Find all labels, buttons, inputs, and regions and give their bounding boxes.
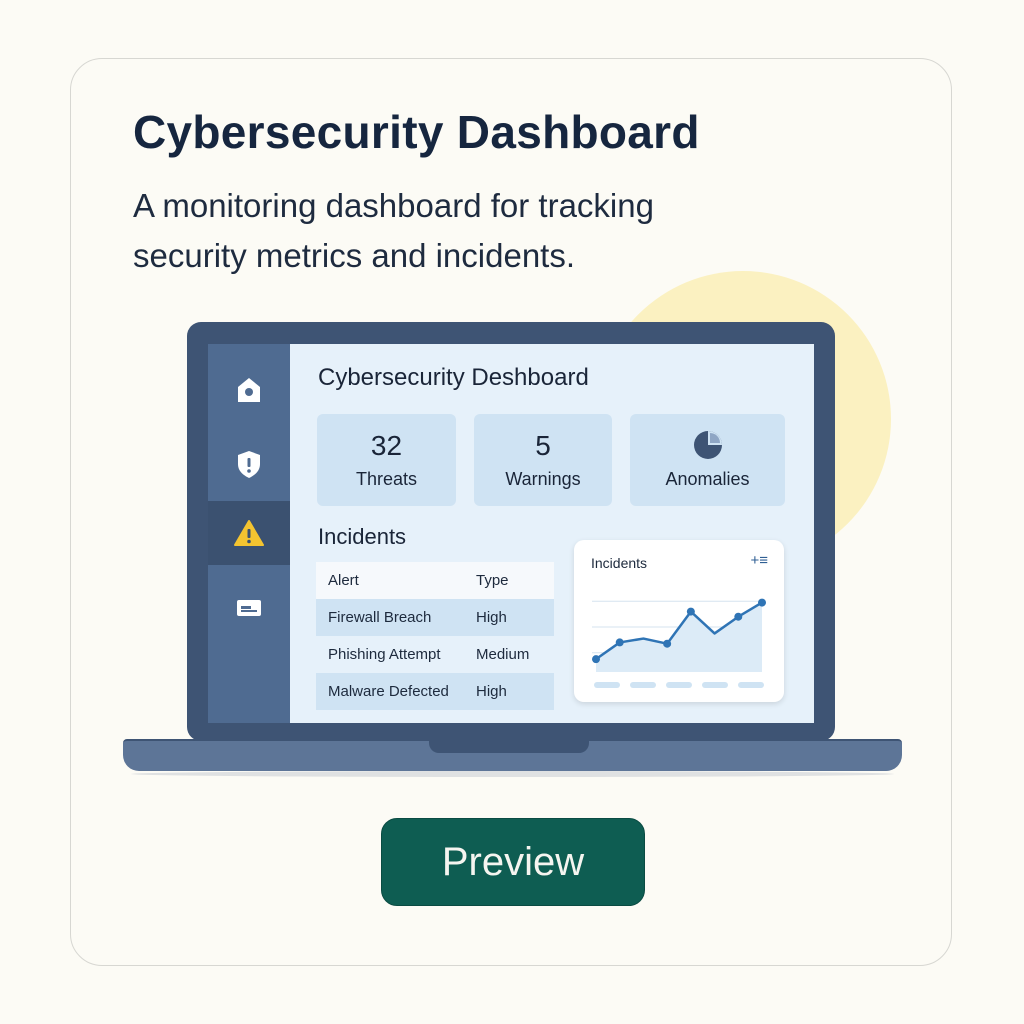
dashboard-card: Cybersecurity Dashboard A monitoring das… (70, 58, 952, 966)
incidents-chart-card: Incidents +≡ (574, 540, 784, 702)
shield-icon (238, 451, 260, 478)
home-icon (238, 378, 260, 402)
laptop-screen: Cybersecurity Deshboard 32 Threats 5 War… (208, 344, 814, 723)
chart-title: Incidents (591, 555, 648, 571)
table-row[interactable]: Phishing Attempt Medium (316, 636, 554, 673)
type-cell: High (476, 609, 507, 626)
table-row[interactable]: Malware Defected High (316, 673, 554, 710)
stat-anomalies-label: Anomalies (665, 469, 750, 489)
alert-cell: Malware Defected (328, 683, 449, 700)
stat-threats[interactable]: 32 Threats (317, 414, 456, 506)
chart-point (686, 607, 695, 616)
table-row[interactable]: Firewall Breach High (316, 599, 554, 636)
sidebar (208, 344, 290, 723)
chart-axis-tick (594, 682, 620, 688)
card-description: A monitoring dashboard for tracking secu… (133, 187, 654, 274)
chart-point (615, 638, 624, 647)
chart-axis-tick (738, 682, 764, 688)
pie-chart-icon (693, 431, 722, 459)
type-cell: High (476, 683, 507, 700)
alert-cell: Phishing Attempt (328, 646, 441, 663)
laptop-notch (429, 741, 589, 753)
sidebar-item-alerts[interactable] (208, 501, 290, 565)
column-header-alert: Alert (328, 572, 359, 589)
alert-cell: Firewall Breach (328, 609, 432, 626)
laptop-lid: Cybersecurity Deshboard 32 Threats 5 War… (187, 322, 835, 741)
incidents-table: Alert Type Firewall Breach High Phishing… (316, 562, 554, 710)
table-header: Alert Type (316, 562, 554, 599)
chart-point (758, 598, 766, 607)
type-cell: Medium (476, 646, 530, 663)
sidebar-item-shield[interactable] (208, 432, 290, 496)
stat-anomalies[interactable]: Anomalies (630, 414, 785, 506)
laptop-base (123, 739, 902, 771)
chart-point (663, 639, 672, 648)
chart-axis-tick (666, 682, 692, 688)
chart-axis-tick (630, 682, 656, 688)
sidebar-item-home[interactable] (208, 358, 290, 422)
stat-warnings-value: 5 (535, 430, 551, 461)
chart-point (734, 612, 743, 621)
stat-warnings[interactable]: 5 Warnings (474, 414, 612, 506)
laptop-shadow (131, 771, 894, 777)
card-icon (237, 600, 261, 616)
card-title: Cybersecurity Dashboard (133, 106, 700, 158)
preview-button[interactable]: Preview (381, 818, 645, 906)
stat-threats-value: 32 (370, 430, 403, 461)
stat-warnings-label: Warnings (505, 469, 581, 489)
column-header-type: Type (476, 572, 509, 589)
incidents-heading: Incidents (318, 524, 407, 549)
stat-threats-label: Threats (355, 469, 418, 489)
sidebar-item-cards[interactable] (208, 576, 290, 640)
chart-axis-tick (702, 682, 728, 688)
dashboard-title: Cybersecurity Deshboard (318, 364, 589, 391)
chart-point (592, 655, 600, 664)
chart-menu-icon[interactable]: +≡ (750, 552, 768, 569)
warning-icon (234, 520, 264, 546)
